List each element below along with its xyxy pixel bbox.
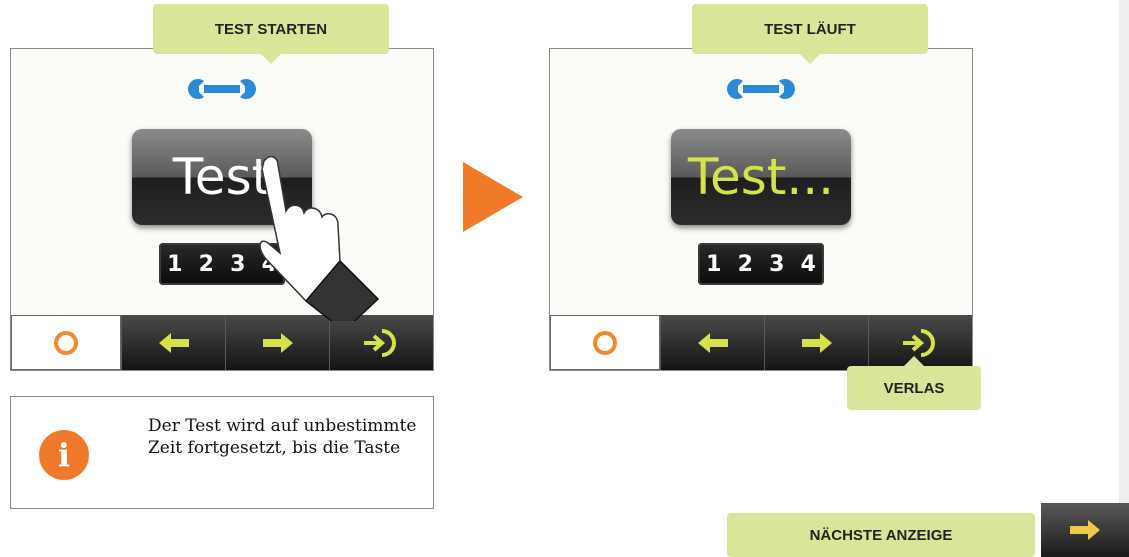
exit-icon — [902, 328, 935, 357]
bottom-toolbar — [11, 315, 433, 370]
arrow-left-icon — [697, 332, 728, 353]
back-button[interactable] — [121, 315, 225, 370]
number-3: 3 — [769, 251, 785, 277]
hand-pointer-icon — [259, 155, 380, 321]
forward-button[interactable] — [225, 315, 329, 370]
wrench-icon — [188, 79, 256, 99]
home-button[interactable] — [550, 315, 660, 370]
number-4: 4 — [800, 251, 816, 277]
test-running-button[interactable]: Test... — [671, 129, 851, 225]
number-1: 1 — [167, 251, 183, 277]
device-screen-test-running: Test... 1 2 3 4 — [549, 48, 973, 371]
home-icon — [54, 330, 78, 355]
arrow-left-icon — [158, 332, 189, 353]
info-text: Der Test wird auf unbestimmte Zeit fortg… — [148, 416, 417, 458]
play-icon — [463, 162, 523, 232]
back-button[interactable] — [660, 315, 764, 370]
number-2: 2 — [198, 251, 214, 277]
home-icon — [593, 330, 617, 355]
page-edge — [1119, 0, 1129, 557]
number-3: 3 — [230, 251, 246, 277]
callout-test-start: TEST STARTEN — [153, 4, 389, 64]
arrow-right-icon — [801, 332, 832, 353]
wrench-icon — [727, 79, 795, 99]
exit-icon — [363, 328, 396, 357]
forward-button[interactable] — [764, 315, 868, 370]
number-2: 2 — [737, 251, 753, 277]
next-screen-label[interactable]: NÄCHSTE ANZEIGE — [727, 513, 1035, 557]
callout-exit: VERLAS — [847, 356, 981, 410]
arrow-right-icon — [1070, 520, 1100, 540]
callout-test-running: TEST LÄUFT — [692, 4, 928, 64]
number-1: 1 — [706, 251, 722, 277]
home-button[interactable] — [11, 315, 121, 370]
next-screen-button[interactable] — [1041, 503, 1129, 557]
device-screen-test-start: Test 1 2 3 4 — [10, 48, 434, 371]
arrow-right-icon — [262, 332, 293, 353]
info-icon: i — [39, 430, 89, 480]
number-strip: 1 2 3 4 — [698, 243, 824, 285]
info-box: i Der Test wird auf unbestimmte Zeit for… — [10, 396, 434, 509]
exit-button[interactable] — [329, 315, 433, 370]
